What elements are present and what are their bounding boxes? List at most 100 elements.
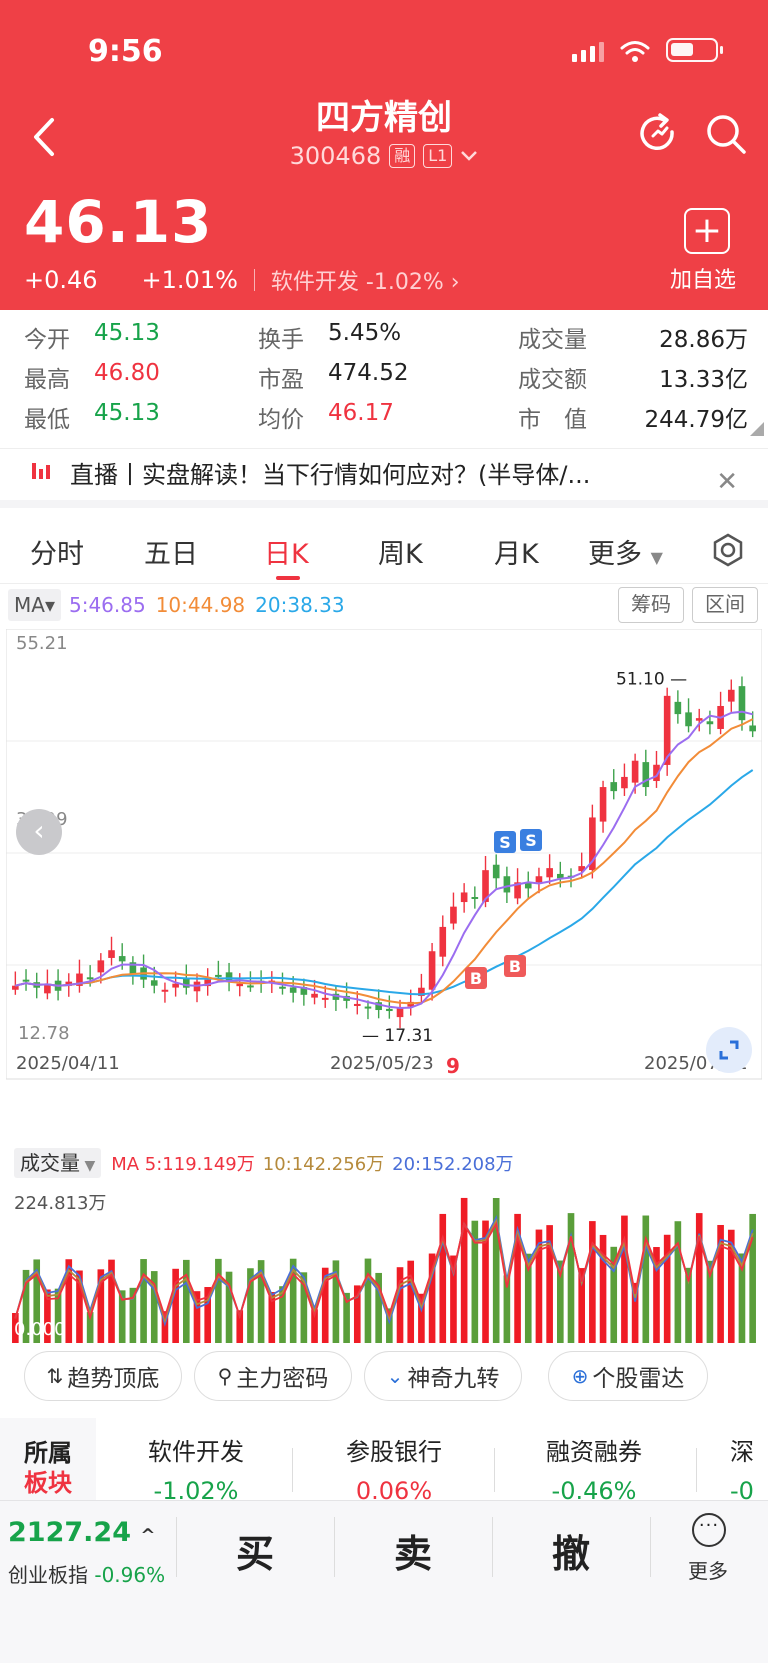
status-icons xyxy=(572,38,723,62)
tab-intraday[interactable]: 分时 xyxy=(30,532,84,571)
candle xyxy=(236,983,244,987)
candle xyxy=(353,1003,361,1006)
ma-legend: MA▾ 5:46.85 10:44.98 20:38.33 xyxy=(8,587,345,623)
volume-selector[interactable]: 成交量 ▼ xyxy=(14,1148,102,1178)
candle xyxy=(685,712,692,727)
live-banner-text: 直播丨实盘解读！当下行情如何应对？(半导体/... xyxy=(70,461,591,489)
change-row: +0.46 +1.01% 软件开发 -1.02% › xyxy=(24,264,460,296)
candle xyxy=(738,686,746,721)
y-axis-top: 55.21 xyxy=(16,633,68,654)
volume-bar xyxy=(396,1267,404,1343)
expand-corner-icon[interactable] xyxy=(750,422,764,436)
index-name[interactable]: 创业板指 -0.96% xyxy=(8,1559,165,1588)
tab-more[interactable]: 更多 ▼ xyxy=(588,532,663,571)
buy-button[interactable]: 买 xyxy=(236,1523,274,1578)
nine-turn-marker: 9 xyxy=(446,1054,460,1078)
more-label[interactable]: 更多 xyxy=(688,1555,728,1584)
close-icon[interactable]: ✕ xyxy=(716,467,738,497)
trend-top-bottom-button[interactable]: ⇅ 趋势顶底 xyxy=(24,1351,182,1401)
candle xyxy=(503,876,511,893)
sector-item[interactable]: 融资融券 -0.46% xyxy=(530,1432,658,1504)
volume-bar xyxy=(674,1221,682,1343)
candle xyxy=(279,986,286,989)
sector-item[interactable]: 软件开发 -1.02% xyxy=(132,1432,260,1504)
refresh-icon[interactable] xyxy=(636,112,680,156)
add-watch-label[interactable]: 加自选 xyxy=(670,262,736,294)
buy-signal-label: B xyxy=(470,969,482,988)
add-watch-button[interactable]: + xyxy=(684,208,730,254)
sector-link[interactable]: 软件开发 -1.02% › xyxy=(271,264,460,296)
volume-axis-bottom: 0.000 xyxy=(14,1319,66,1340)
candle xyxy=(439,926,447,957)
settings-icon[interactable] xyxy=(710,532,746,568)
candle xyxy=(12,985,19,990)
battery-icon xyxy=(666,38,723,62)
search-icon[interactable] xyxy=(704,112,748,156)
candle xyxy=(450,906,457,924)
volume-chart[interactable] xyxy=(6,1183,762,1343)
index-value[interactable]: 2127.24 ^ xyxy=(8,1517,155,1548)
main-force-code-button[interactable]: ⚲ 主力密码 xyxy=(194,1351,352,1401)
candle xyxy=(86,977,94,980)
volume-bar xyxy=(183,1259,190,1343)
bottom-bar: 2127.24 ^ 创业板指 -0.96% 买 卖 撤 ··· 更多 xyxy=(0,1500,768,1663)
candlestick-chart[interactable]: 51.10 — — 17.31 B B S S 9 xyxy=(6,629,762,1099)
candle xyxy=(161,989,169,992)
volume-bar xyxy=(621,1215,628,1343)
sector-item[interactable]: 深 -0 xyxy=(730,1432,768,1504)
magic-nine-button[interactable]: ⌄ 神奇九转 xyxy=(364,1351,522,1401)
stock-radar-button[interactable]: ⊕ 个股雷达 xyxy=(548,1351,708,1401)
volume-bar xyxy=(589,1221,596,1343)
tab-monthly-k[interactable]: 月K xyxy=(494,532,539,571)
candle xyxy=(108,950,115,958)
more-icon[interactable]: ··· xyxy=(692,1513,726,1547)
sell-button[interactable]: 卖 xyxy=(394,1523,432,1578)
candle xyxy=(289,987,297,993)
volume-bar xyxy=(439,1213,447,1343)
tab-weekly-k[interactable]: 周K xyxy=(378,532,423,571)
ma20-line xyxy=(15,769,754,996)
candle xyxy=(695,718,703,721)
candle xyxy=(247,985,254,988)
sell-signal-label: S xyxy=(525,831,537,850)
chart-area: MA▾ 5:46.85 10:44.98 20:38.33 筹码 区间 51.1… xyxy=(0,585,768,1345)
volume-ma20-line xyxy=(14,1214,754,1327)
candle xyxy=(535,876,543,883)
ma5-value: 5:46.85 xyxy=(68,593,146,617)
sector-item[interactable]: 参股银行 0.06% xyxy=(330,1432,458,1504)
cancel-order-button[interactable]: 撤 xyxy=(552,1523,590,1578)
candle xyxy=(471,897,479,900)
sell-signal-label: S xyxy=(499,833,511,852)
candle xyxy=(428,951,436,990)
ma20-value: 20:38.33 xyxy=(255,593,345,617)
current-price: 46.13 xyxy=(24,188,213,256)
volume-bar xyxy=(140,1259,147,1343)
live-banner[interactable]: 直播丨实盘解读！当下行情如何应对？(半导体/... ✕ xyxy=(0,448,768,508)
volume-ma10-line xyxy=(14,1218,754,1324)
live-icon xyxy=(32,463,50,479)
scroll-left-button[interactable]: ‹ xyxy=(16,809,62,855)
candle xyxy=(225,972,233,981)
fullscreen-icon[interactable] xyxy=(706,1027,752,1073)
tab-five-day[interactable]: 五日 xyxy=(144,532,198,571)
candle xyxy=(749,725,756,732)
candle xyxy=(621,776,628,789)
ma10-line xyxy=(15,718,754,1005)
range-button[interactable]: 区间 xyxy=(692,587,758,623)
ma-selector[interactable]: MA▾ xyxy=(8,589,61,621)
volume-bar xyxy=(695,1213,703,1343)
sector-row: 所属 板块 软件开发 -1.02% 参股银行 0.06% 融资融券 -0.46% 深-… xyxy=(0,1418,768,1504)
candle xyxy=(150,980,158,986)
candle xyxy=(321,997,329,1000)
volume-axis-top: 224.813万 xyxy=(14,1193,107,1214)
low-marker-label: — 17.31 xyxy=(362,1026,433,1046)
wifi-icon xyxy=(620,41,650,62)
tab-daily-k[interactable]: 日K xyxy=(264,532,309,571)
stats-panel: 今开 45.13 最高 46.80 最低 45.13 换手 5.45% 市盈 474.52… xyxy=(0,310,768,442)
chart-tabs: 分时 五日 日K 周K 月K 更多 ▼ xyxy=(0,524,768,584)
candle xyxy=(706,721,714,725)
candle xyxy=(599,787,607,822)
sector-title: 所属 板块 xyxy=(0,1418,96,1504)
volume-bar xyxy=(215,1258,222,1343)
chip-button[interactable]: 筹码 xyxy=(618,587,684,623)
